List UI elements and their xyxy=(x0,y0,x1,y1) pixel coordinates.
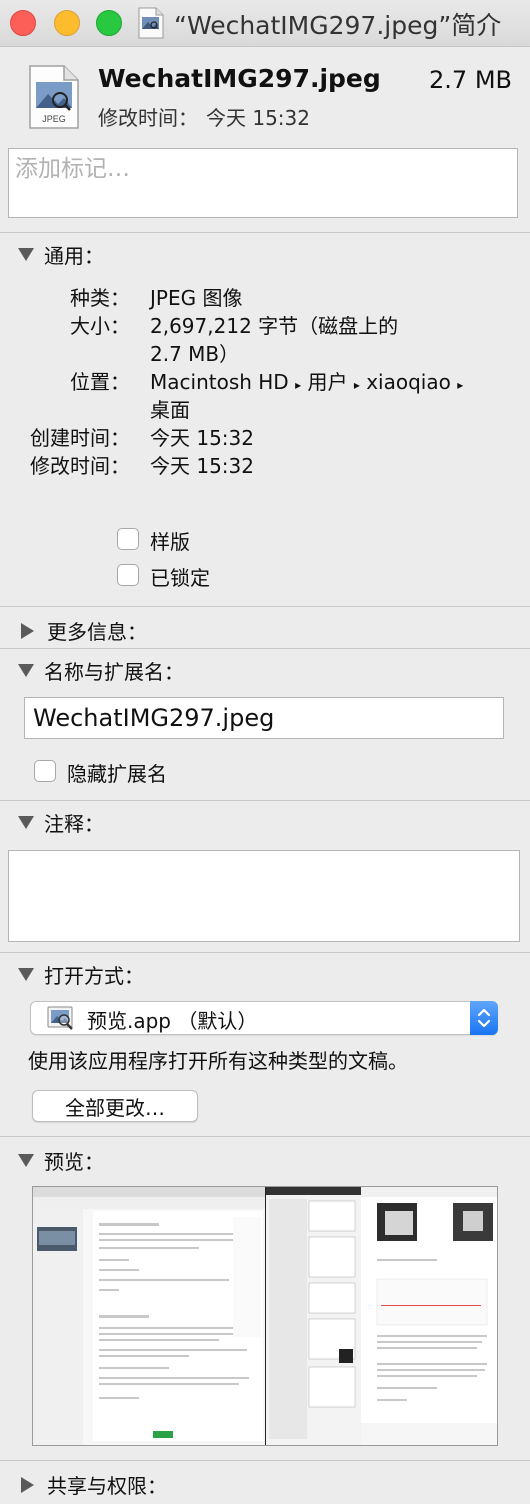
kind-value: JPEG 图像 xyxy=(150,286,243,310)
zoom-button[interactable] xyxy=(96,10,122,36)
icon-label: JPEG xyxy=(42,114,66,124)
tags-input[interactable] xyxy=(9,149,517,189)
disclosure-closed-icon[interactable] xyxy=(21,1476,34,1493)
section-open-with-label: 打开方式： xyxy=(44,964,144,988)
section-name-ext-header[interactable]: 名称与扩展名： xyxy=(18,656,184,685)
where-path-item: xiaoqiao xyxy=(366,370,451,394)
section-name-ext-label: 名称与扩展名： xyxy=(44,660,184,684)
where-path-item: Macintosh HD xyxy=(150,370,289,394)
section-preview-label: 预览： xyxy=(44,1150,104,1174)
stationery-checkbox[interactable] xyxy=(117,528,139,550)
disclosure-open-icon[interactable] xyxy=(18,816,34,829)
open-with-app-select[interactable]: 预览.app （默认） xyxy=(30,1001,498,1035)
where-path: Macintosh HD ▸ 用户 ▸ xiaoqiao ▸ xyxy=(150,366,463,395)
section-preview-header[interactable]: 预览： xyxy=(18,1146,104,1175)
divider xyxy=(0,648,530,649)
name-extension-field[interactable] xyxy=(24,697,504,739)
divider xyxy=(0,606,530,607)
size-value-line2: 2.7 MB） xyxy=(150,342,240,366)
locked-label: 已锁定 xyxy=(150,566,210,590)
section-sharing-header[interactable]: 共享与权限： xyxy=(18,1470,167,1499)
stationery-label: 样版 xyxy=(150,530,190,554)
chevron-up-down-icon xyxy=(477,1008,491,1028)
window-title: “WechatIMG297.jpeg”简介 xyxy=(174,11,502,40)
where-path-item: 用户 xyxy=(307,370,348,394)
preview-app-icon xyxy=(47,1006,73,1030)
disclosure-closed-icon[interactable] xyxy=(21,622,34,639)
modified-label: 修改时间： xyxy=(98,106,198,130)
open-with-description: 使用该应用程序打开所有这种类型的文稿。 xyxy=(28,1049,408,1073)
locked-checkbox[interactable] xyxy=(117,564,139,586)
file-size: 2.7 MB xyxy=(429,66,512,94)
title-bar: “WechatIMG297.jpeg”简介 xyxy=(0,0,530,47)
section-comments-label: 注释： xyxy=(44,812,104,836)
section-sharing-label: 共享与权限： xyxy=(47,1474,167,1498)
divider xyxy=(0,1460,530,1461)
path-separator-icon: ▸ xyxy=(295,378,302,392)
jpeg-file-icon: JPEG xyxy=(29,65,79,129)
section-general-header[interactable]: 通用： xyxy=(18,240,104,269)
divider xyxy=(0,1136,530,1137)
jpeg-file-icon xyxy=(138,7,164,39)
disclosure-open-icon[interactable] xyxy=(18,1154,34,1167)
size-value-line1: 2,697,212 字节（磁盘上的 xyxy=(150,314,399,338)
hide-extension-label: 隐藏扩展名 xyxy=(67,762,167,786)
screenshot-thumbnail-image xyxy=(33,1187,497,1445)
disclosure-open-icon[interactable] xyxy=(18,664,34,677)
popup-stepper[interactable] xyxy=(470,1001,498,1035)
divider xyxy=(0,232,530,233)
created-value: 今天 15:32 xyxy=(150,426,254,450)
section-open-with-header[interactable]: 打开方式： xyxy=(18,960,144,989)
hide-extension-checkbox[interactable] xyxy=(34,760,56,782)
close-button[interactable] xyxy=(10,10,36,36)
open-with-app-name: 预览.app （默认） xyxy=(87,1009,258,1033)
section-comments-header[interactable]: 注释： xyxy=(18,808,104,837)
path-separator-icon: ▸ xyxy=(457,378,464,392)
modified-value: 今天 15:32 xyxy=(150,454,254,478)
where-label: 位置： xyxy=(70,370,130,394)
change-all-button[interactable]: 全部更改… xyxy=(32,1090,198,1122)
created-label: 创建时间： xyxy=(30,426,130,450)
file-name: WechatIMG297.jpeg xyxy=(98,64,381,93)
section-general-label: 通用： xyxy=(44,244,104,268)
preview-thumbnail xyxy=(32,1186,498,1446)
disclosure-open-icon[interactable] xyxy=(18,968,34,981)
divider xyxy=(0,952,530,953)
section-more-info-header[interactable]: 更多信息： xyxy=(18,616,147,645)
size-label: 大小： xyxy=(70,314,130,338)
path-separator-icon: ▸ xyxy=(353,378,360,392)
modified-label: 修改时间： xyxy=(30,454,130,478)
kind-label: 种类： xyxy=(70,286,130,310)
divider xyxy=(0,800,530,801)
tags-field[interactable] xyxy=(8,148,518,218)
where-line2: 桌面 xyxy=(150,398,190,422)
minimize-button[interactable] xyxy=(54,10,80,36)
header-modified: 修改时间： 今天 15:32 xyxy=(98,102,310,131)
section-more-info-label: 更多信息： xyxy=(47,620,147,644)
comments-field[interactable] xyxy=(8,850,520,942)
modified-value: 今天 15:32 xyxy=(206,106,310,130)
disclosure-open-icon[interactable] xyxy=(18,248,34,261)
